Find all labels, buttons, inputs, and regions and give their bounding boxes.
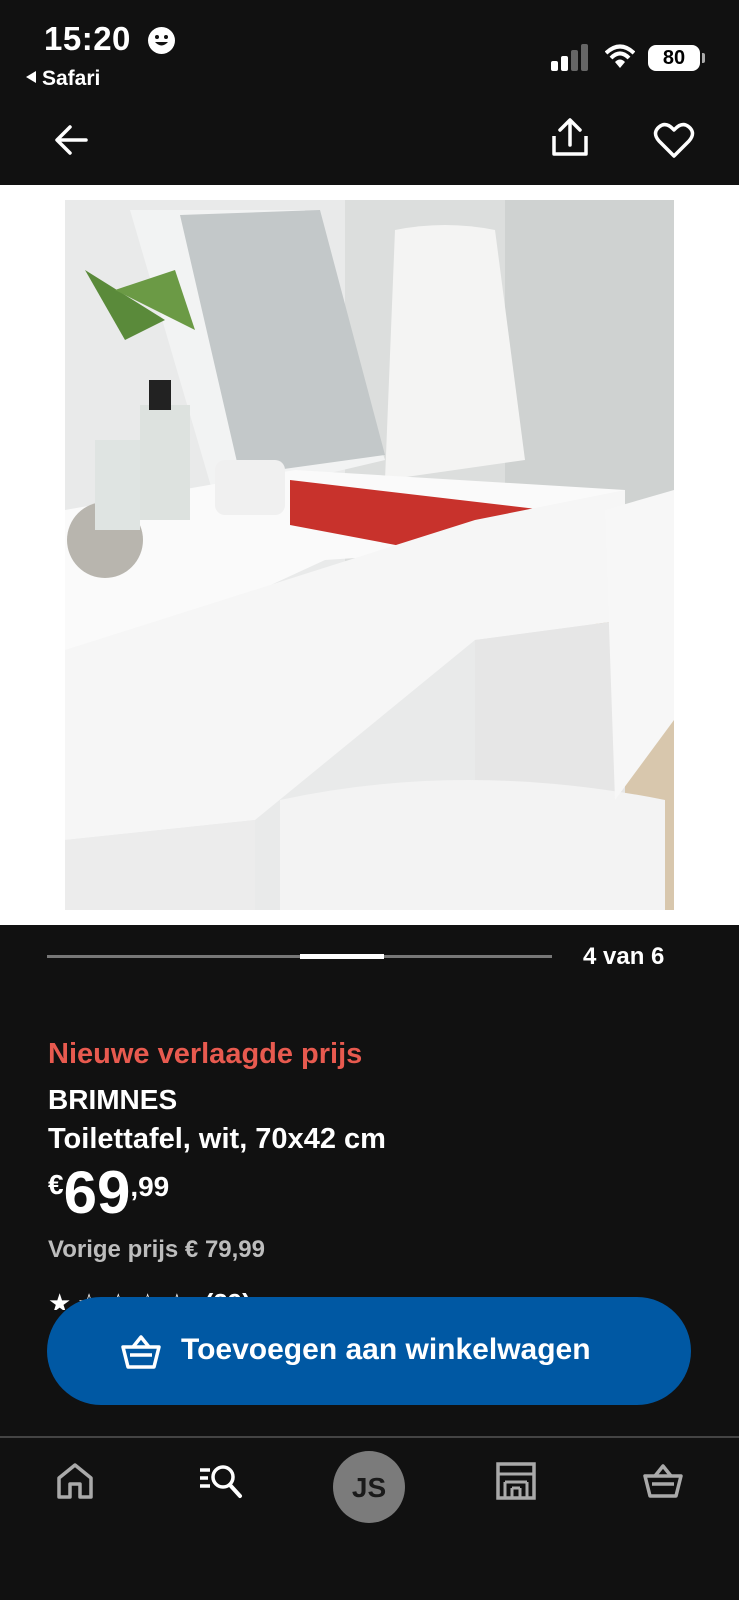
add-to-cart-label: Toevoegen aan winkelwagen: [181, 1333, 591, 1366]
promo-label: Nieuwe verlaagde prijs: [48, 1038, 363, 1070]
previous-price: Vorige prijs € 79,99: [48, 1236, 265, 1263]
tab-bar-divider: [0, 1436, 739, 1438]
price-decimals: ,99: [130, 1171, 170, 1202]
back-arrow-icon[interactable]: [50, 118, 94, 162]
image-pager-counter: 4 van 6: [583, 943, 665, 970]
store-icon[interactable]: [495, 1461, 537, 1503]
share-icon[interactable]: [548, 116, 592, 160]
price-integer: 69: [63, 1159, 131, 1226]
product-photo[interactable]: [65, 200, 674, 910]
wifi-icon: [604, 44, 636, 70]
basket-icon: [120, 1333, 162, 1371]
product-description: Toilettafel, wit, 70x42 cm: [48, 1123, 386, 1155]
profile-avatar[interactable]: JS: [333, 1451, 405, 1523]
product-name: BRIMNES: [48, 1084, 178, 1115]
back-app-label: Safari: [42, 67, 101, 90]
back-to-safari[interactable]: Safari: [26, 67, 100, 91]
image-pager-indicator: [300, 954, 384, 959]
price: €69,99: [48, 1163, 169, 1223]
status-time: 15:20: [44, 20, 131, 57]
back-triangle-icon: [26, 71, 36, 83]
battery-indicator: 80: [648, 45, 705, 71]
search-list-icon[interactable]: [198, 1460, 242, 1502]
smiley-icon: [148, 27, 175, 54]
price-currency: €: [48, 1169, 64, 1200]
cell-signal-icon: [551, 44, 591, 71]
cart-icon[interactable]: [642, 1460, 684, 1502]
heart-icon[interactable]: [652, 118, 696, 162]
home-icon[interactable]: [54, 1460, 96, 1502]
